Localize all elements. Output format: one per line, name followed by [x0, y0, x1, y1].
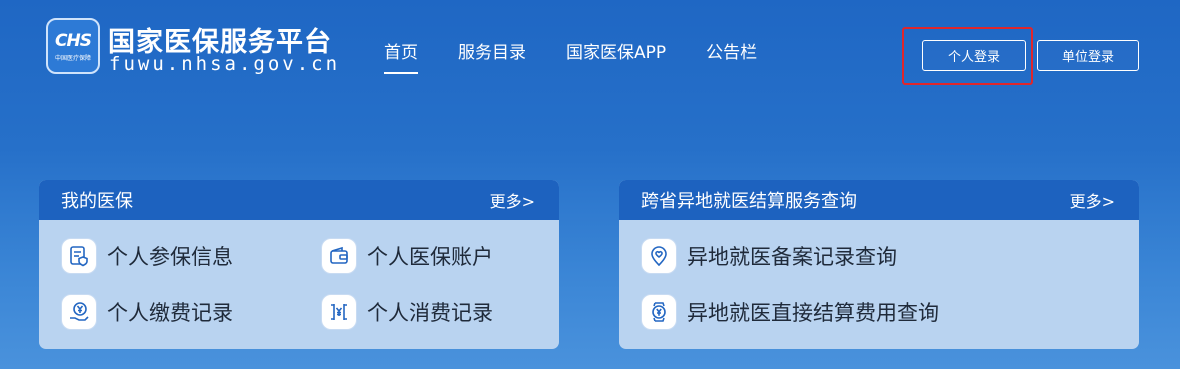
more-link[interactable]: 更多>: [1070, 188, 1115, 212]
entry-filing-record-query[interactable]: 异地就医备案记录查询: [641, 238, 897, 274]
nav-item-app[interactable]: 国家医保APP: [566, 38, 666, 63]
logo-badge[interactable]: CHS 中国医疗保障: [46, 18, 100, 74]
nav-item-home[interactable]: 首页: [384, 38, 418, 74]
hand-yuan-icon: [61, 294, 97, 330]
nav-item-service-catalog[interactable]: 服务目录: [458, 38, 526, 63]
entry-personal-insurance-info[interactable]: 个人参保信息: [61, 238, 233, 274]
document-shield-icon: [61, 238, 97, 274]
nav-item-announcements[interactable]: 公告栏: [706, 38, 757, 63]
card-header: 跨省异地就医结算服务查询 更多>: [619, 180, 1139, 220]
entry-label: 个人医保账户: [367, 245, 493, 269]
card-title: 跨省异地就医结算服务查询: [641, 191, 857, 212]
card-title: 我的医保: [61, 191, 133, 212]
location-heart-icon: [641, 238, 677, 274]
site-domain: fuwu.nhsa.gov.cn: [109, 53, 341, 75]
entry-personal-account[interactable]: 个人医保账户: [321, 238, 493, 274]
receipt-yuan-icon: [321, 294, 357, 330]
logo-text: CHS: [55, 30, 92, 51]
unit-login-button[interactable]: 单位登录: [1037, 40, 1139, 71]
watch-yuan-icon: [641, 294, 677, 330]
entry-label: 异地就医直接结算费用查询: [687, 301, 939, 325]
card-header: 我的医保 更多>: [39, 180, 559, 220]
entry-label: 个人缴费记录: [107, 301, 233, 325]
entry-label: 个人参保信息: [107, 245, 233, 269]
entry-label: 个人消费记录: [367, 301, 493, 325]
logo-subtext: 中国医疗保障: [54, 54, 91, 62]
card-body: 个人参保信息 个人医保账户 个人缴费记录 个人消费记录: [39, 220, 559, 349]
more-link[interactable]: 更多>: [490, 188, 535, 212]
entry-label: 异地就医备案记录查询: [687, 245, 897, 269]
card-body: 异地就医备案记录查询 异地就医直接结算费用查询: [619, 220, 1139, 349]
entry-settlement-cost-query[interactable]: 异地就医直接结算费用查询: [641, 294, 939, 330]
wallet-icon: [321, 238, 357, 274]
my-insurance-card: 我的医保 更多> 个人参保信息 个人医保账户 个人缴费记录 个人消费记录: [39, 180, 559, 349]
main-nav: 首页 服务目录 国家医保APP 公告栏: [384, 38, 797, 74]
entry-consumption-records[interactable]: 个人消费记录: [321, 294, 493, 330]
cross-province-card: 跨省异地就医结算服务查询 更多> 异地就医备案记录查询 异地就医直接结算费用查询: [619, 180, 1139, 349]
entry-payment-records[interactable]: 个人缴费记录: [61, 294, 233, 330]
personal-login-button[interactable]: 个人登录: [922, 40, 1026, 71]
